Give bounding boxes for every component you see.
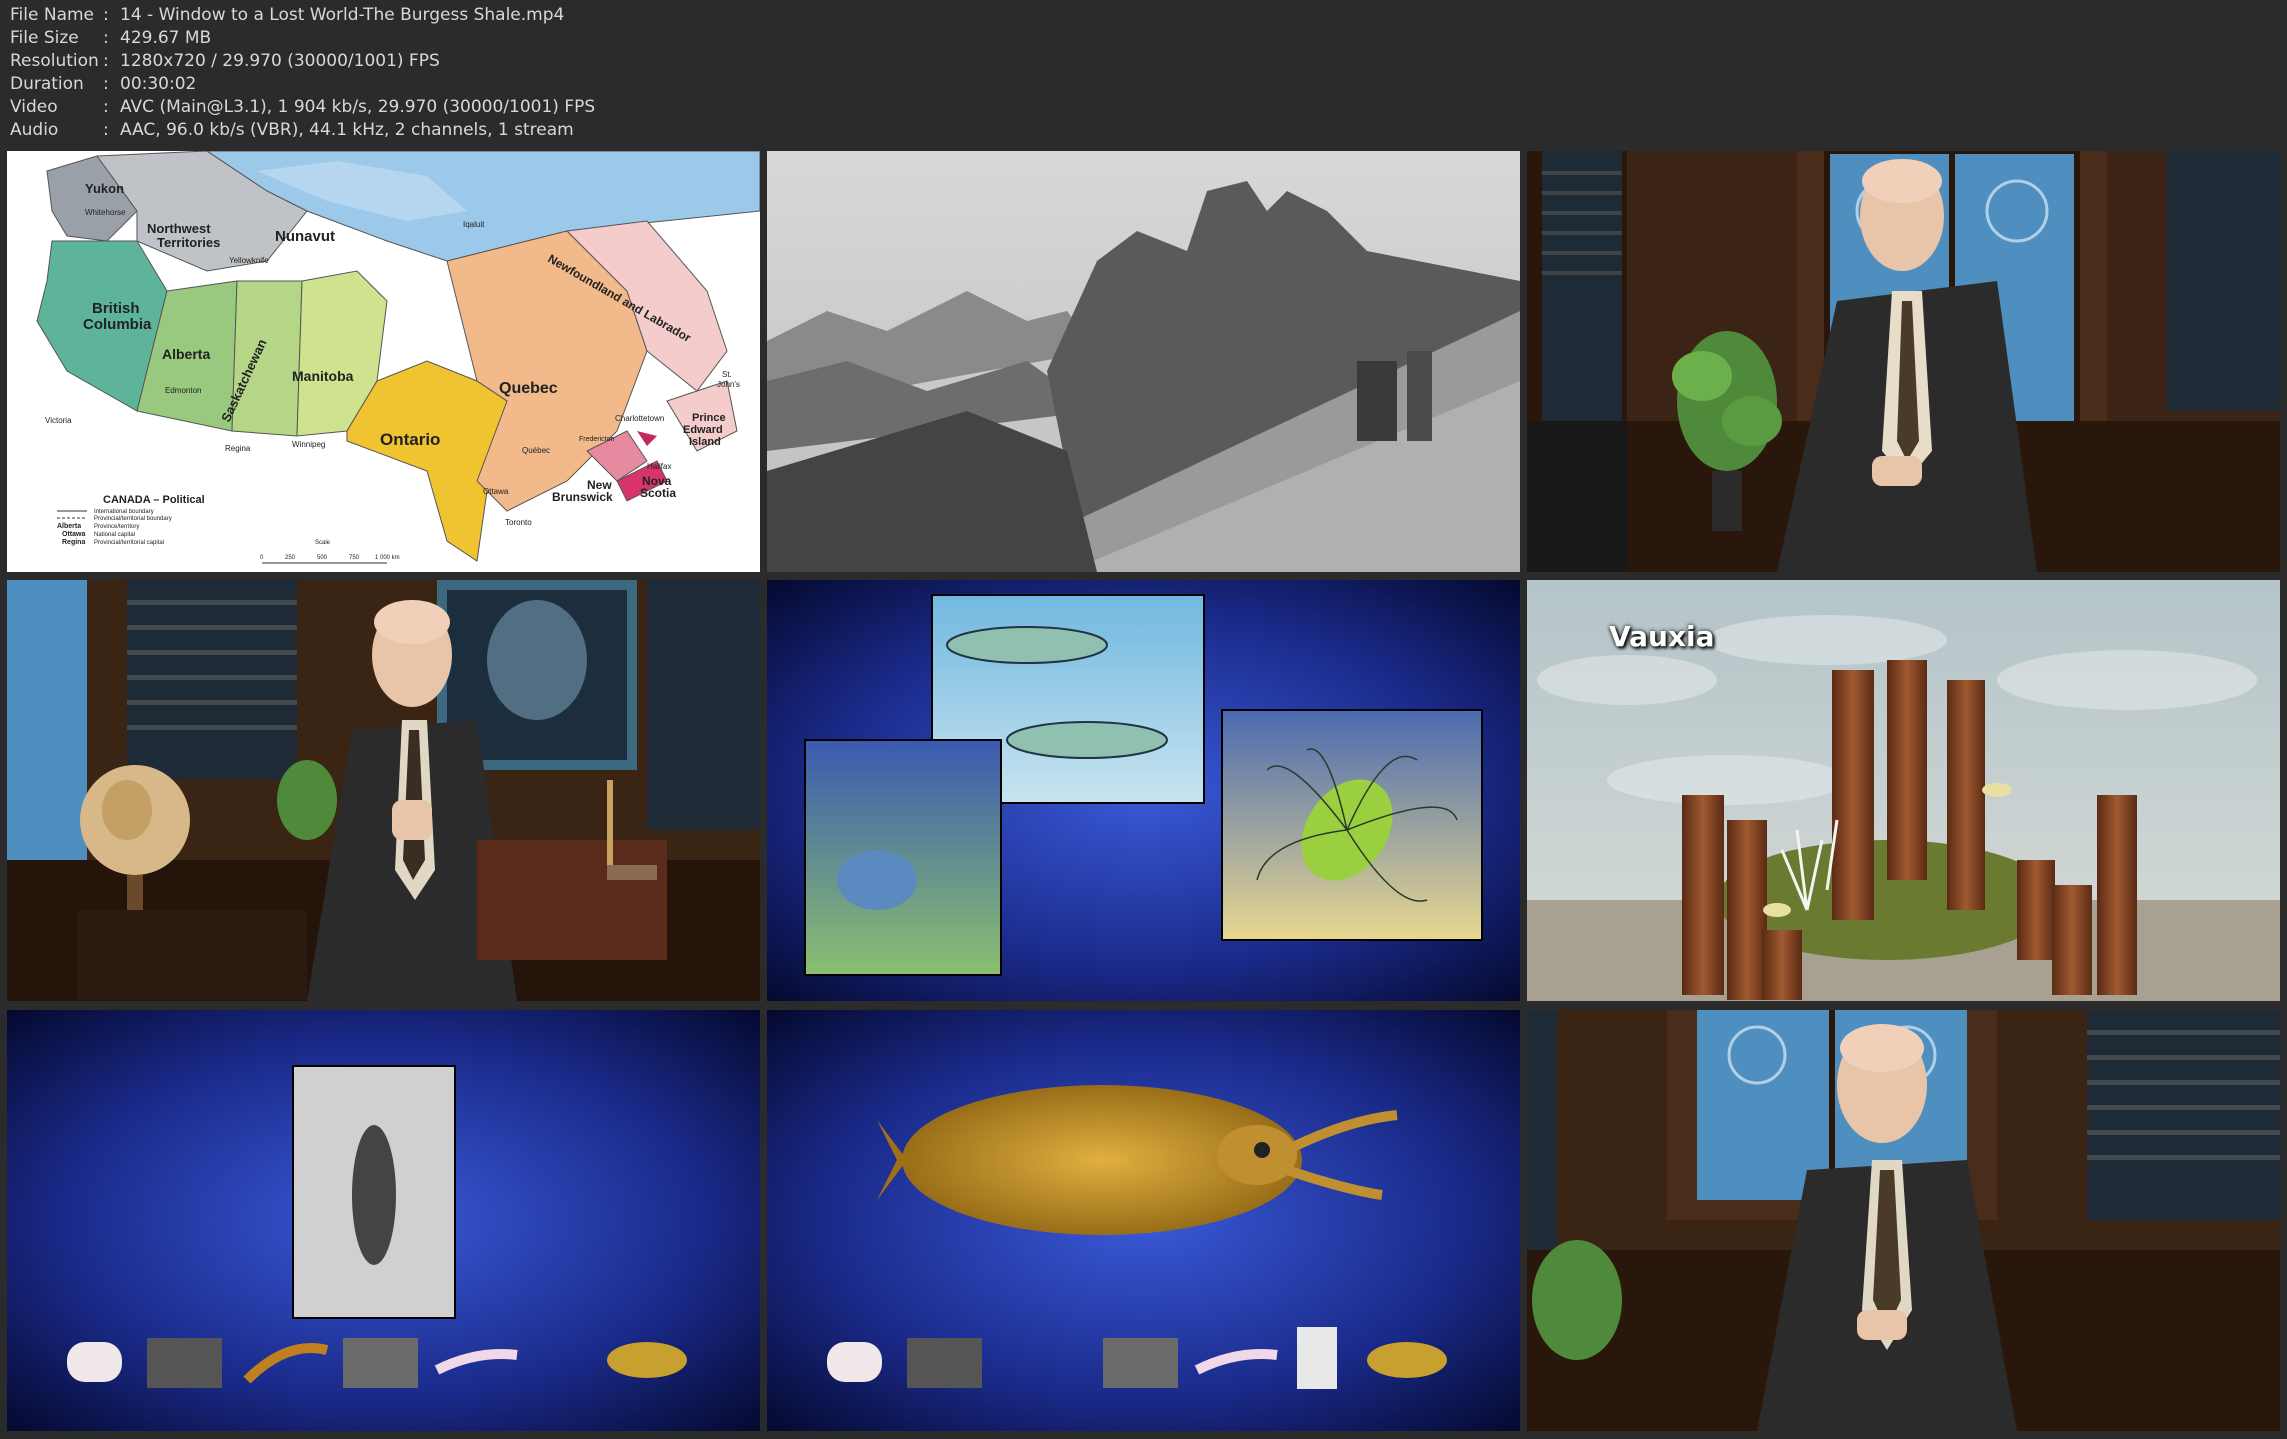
scale-tick-4: 1 000 km — [375, 555, 400, 561]
legend-key-1: Ottawa — [62, 531, 85, 538]
scale-tick-2: 500 — [317, 555, 328, 561]
canada-map-image: Yukon Whitehorse Northwest Territories Y… — [7, 151, 760, 572]
label-toronto: Toronto — [505, 518, 532, 527]
label-nunavut: Nunavut — [275, 228, 335, 245]
label-winnipeg: Winnipeg — [292, 440, 325, 449]
info-row: File Size:429.67 MB — [10, 27, 595, 50]
legend-item-1: Provincial/territorial boundary — [94, 516, 172, 522]
label-nb2: Brunswick — [552, 490, 613, 504]
thumbnail-anomalocarid — [767, 1010, 1520, 1431]
label-charlottetown: Charlottetown — [615, 414, 664, 423]
thumbnail-map-canada: Yukon Whitehorse Northwest Territories Y… — [7, 151, 760, 572]
info-value: 1280x720 / 29.970 (30000/1001) FPS — [120, 51, 440, 71]
label-victoria: Victoria — [45, 416, 72, 425]
info-label: File Name — [10, 5, 95, 25]
info-separator: : — [103, 51, 109, 71]
legend-key-0: Alberta — [57, 523, 81, 530]
thumbnail-creature-illustrations — [767, 580, 1520, 1001]
info-separator: : — [103, 120, 109, 140]
anomalocarid-image — [767, 1010, 1520, 1431]
label-fredericton: Fredericton — [579, 436, 615, 443]
lecturer-image-1 — [1527, 151, 2280, 572]
label-stjohns2: John's — [717, 380, 740, 389]
thumbnail-lecturer-1 — [1527, 151, 2280, 572]
lecturer-image-3 — [1527, 1010, 2280, 1431]
legend-item-2: Province/territory — [94, 524, 139, 530]
info-label: Duration — [10, 74, 84, 94]
fossil-lineup-image — [7, 1010, 760, 1431]
label-bc: British — [92, 300, 140, 317]
label-ottawa: Ottawa — [483, 487, 509, 496]
info-label: Resolution — [10, 51, 99, 71]
info-value: AVC (Main@L3.1), 1 904 kb/s, 29.970 (300… — [120, 97, 596, 117]
thumbnail-mountain-photo — [767, 151, 1520, 572]
legend-key-2: Regina — [62, 539, 85, 546]
label-edmonton: Edmonton — [165, 386, 201, 395]
info-label: Audio — [10, 120, 59, 140]
mountain-photo-image — [767, 151, 1520, 572]
info-value: AAC, 96.0 kb/s (VBR), 44.1 kHz, 2 channe… — [120, 120, 574, 140]
info-label: File Size — [10, 28, 79, 48]
label-iqaluit: Iqaluit — [463, 220, 485, 229]
label-yellowknife: Yellowknife — [229, 256, 269, 265]
info-row: Video: AVC (Main@L3.1), 1 904 kb/s, 29.97… — [10, 96, 595, 119]
label-pei: Prince — [692, 412, 726, 424]
thumbnail-fossil-lineup — [7, 1010, 760, 1431]
info-row: File Name:14 - Window to a Lost World-Th… — [10, 4, 595, 27]
label-pei3: Island — [689, 436, 721, 448]
vauxia-caption: Vauxia — [1609, 620, 1715, 653]
lecturer-image-2 — [7, 580, 760, 1001]
label-alberta: Alberta — [162, 346, 210, 362]
label-pei2: Edward — [683, 424, 723, 436]
scale-label: Scale — [315, 540, 331, 546]
label-whitehorse: Whitehorse — [85, 208, 126, 217]
legend-item-4: Provincial/territorial capital — [94, 540, 164, 546]
media-info-panel: File Name:14 - Window to a Lost World-Th… — [10, 4, 595, 142]
info-row: Resolution:1280x720 / 29.970 (30000/1001… — [10, 50, 595, 73]
info-label: Video — [10, 97, 58, 117]
info-value: 00:30:02 — [120, 74, 197, 94]
label-nwt2: Territories — [157, 235, 220, 250]
scale-tick-3: 750 — [349, 555, 360, 561]
scale-tick-1: 250 — [285, 555, 296, 561]
label-halifax: Halifax — [647, 462, 671, 471]
label-yukon: Yukon — [85, 181, 124, 196]
thumbnail-lecturer-3 — [1527, 1010, 2280, 1431]
legend-item-0: International boundary — [94, 509, 154, 515]
info-row: Duration:00:30:02 — [10, 73, 595, 96]
info-row: Audio: AAC, 96.0 kb/s (VBR), 44.1 kHz, 2 … — [10, 119, 595, 142]
info-value: 429.67 MB — [120, 28, 212, 48]
label-quebec: Quebec — [499, 380, 558, 397]
legend-title: CANADA – Political — [103, 494, 205, 506]
label-quebec-city: Québec — [522, 446, 550, 455]
label-ontario: Ontario — [380, 430, 440, 449]
label-stjohns: St. — [722, 370, 732, 379]
creature-illustrations-image — [767, 580, 1520, 1001]
info-separator: : — [103, 74, 109, 94]
label-ns2: Scotia — [640, 486, 676, 500]
label-bc2: Columbia — [83, 316, 152, 333]
label-regina: Regina — [225, 444, 251, 453]
info-separator: : — [103, 97, 109, 117]
thumbnail-vauxia-diorama: Vauxia — [1527, 580, 2280, 1001]
info-separator: : — [103, 5, 109, 25]
label-manitoba: Manitoba — [292, 368, 354, 384]
legend-item-3: National capital — [94, 532, 135, 538]
info-separator: : — [103, 28, 109, 48]
info-value: 14 - Window to a Lost World-The Burgess … — [120, 5, 565, 25]
label-nwt: Northwest — [147, 221, 211, 236]
thumbnail-lecturer-2 — [7, 580, 760, 1001]
